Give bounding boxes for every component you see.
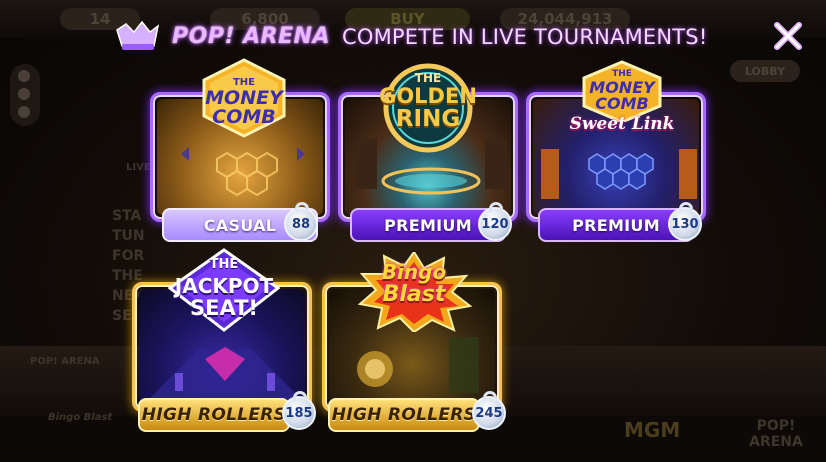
lobby-live-label: LIVE: [126, 162, 151, 173]
tier-label-high-rollers: HIGH ROLLERS: [328, 398, 480, 432]
lobby-lobby-text: LOBBY: [744, 64, 786, 78]
level-badge-value: 185: [285, 405, 313, 421]
lobby-lobby-pill: LOBBY: [730, 60, 800, 82]
lobby-dot-2: [18, 88, 30, 100]
lock-shackle: [679, 202, 693, 212]
footer-pop-arena-logo: POP! ARENA: [749, 418, 803, 450]
level-badge-130: 130: [668, 202, 702, 241]
level-badge-88: 88: [284, 202, 318, 241]
footer-pop-arena: POP! ARENA: [30, 356, 100, 367]
lobby-dot-1: [18, 70, 30, 82]
close-icon[interactable]: [771, 19, 805, 53]
level-badge-185: 185: [282, 391, 316, 430]
sweet-link-comb: COMB: [595, 94, 649, 113]
arena-header: POP! ARENA COMPETE IN LIVE TOURNAMENTS!: [0, 18, 826, 56]
jackpot-seat-seat: SEAT!: [190, 296, 258, 320]
tier-label-high-rollers: HIGH ROLLERS: [138, 398, 290, 432]
footer-mgm: MGM: [624, 418, 681, 442]
golden-ring-ring: RING: [395, 106, 461, 132]
lock-shackle: [293, 391, 307, 401]
level-badge-value: 120: [481, 216, 509, 232]
arena-tagline: COMPETE IN LIVE TOURNAMENTS!: [342, 25, 708, 49]
arena-brand: POP! ARENA: [172, 24, 331, 49]
level-badge-value: 130: [671, 216, 699, 232]
jackpot-seat-the: THE: [209, 257, 239, 272]
footer-bingo: Bingo Blast: [48, 412, 113, 423]
arena-crown-icon: [116, 20, 160, 50]
sweet-link-subtitle: Sweet Link: [569, 114, 675, 134]
bingo-blast-bingo: Bingo: [381, 260, 447, 284]
jackpot-seat-jackpot: JACKPOT: [174, 274, 274, 298]
golden-ring-the: THE: [414, 71, 442, 85]
lock-shackle: [489, 202, 503, 212]
lobby-dot-3: [18, 106, 30, 118]
money-comb-comb: COMB: [212, 106, 276, 128]
lock-shackle: [483, 391, 497, 401]
level-badge-value: 245: [475, 405, 503, 421]
lock-shackle: [295, 202, 309, 212]
golden-ring-golden: GOLDEN: [379, 84, 477, 108]
level-badge-245: 245: [472, 391, 506, 430]
level-badge-value: 88: [291, 216, 311, 232]
level-badge-120: 120: [478, 202, 512, 241]
bingo-blast-blast: Blast: [382, 282, 446, 307]
